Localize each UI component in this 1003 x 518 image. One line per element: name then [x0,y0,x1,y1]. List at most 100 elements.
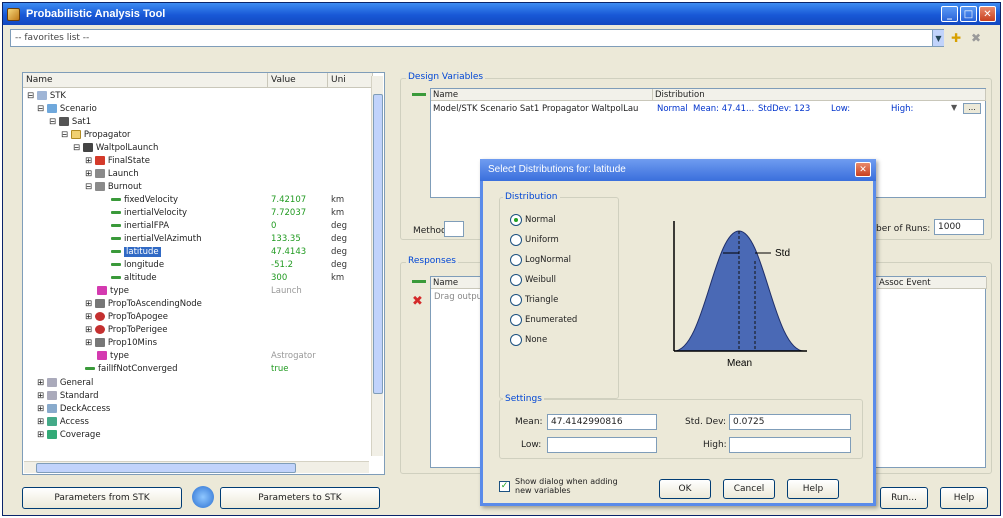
tree-node-proptoapogee[interactable]: ⊞ PropToApogee [85,311,168,323]
tree-leaf-longitude[interactable]: longitude [111,259,164,271]
window-title: Probabilistic Analysis Tool [26,8,166,20]
segment-icon [94,338,105,347]
response-icon [412,280,426,283]
radio-triangle[interactable]: Triangle [510,293,558,307]
tree-value: 47.4143 [271,247,307,257]
tree-node-burnout[interactable]: ⊟ Burnout [85,181,142,193]
dv-column-name[interactable]: Name [431,89,653,101]
tree-node-coverage[interactable]: ⊞ Coverage [37,429,101,441]
segment-icon [94,299,105,308]
app-icon [7,7,20,21]
dv-row-mean: Mean: 47.41... [693,104,755,114]
tree-leaf-inertialvelocity[interactable]: inertialVelocity [111,207,187,219]
tree-value: Astrogator [271,351,316,361]
tree-value: true [271,364,289,374]
tree-unit: deg [331,234,348,244]
tree-leaf-altitude[interactable]: altitude [111,272,157,284]
help-button[interactable]: Help [940,487,988,509]
tree-leaf-inertialfpa[interactable]: inertialFPA [111,220,169,232]
dv-column-distribution[interactable]: Distribution [653,89,986,101]
parameters-from-stk-button[interactable]: Parameters from STK [22,487,182,509]
runs-label: ber of Runs: [876,224,931,234]
run-button[interactable]: Run... [880,487,928,509]
pin-icon[interactable]: ✖ [968,30,984,46]
tree-vertical-scrollbar[interactable] [371,76,383,456]
parameter-tree[interactable]: Name Value Uni ⊟ STK ⊟ Scenario ⊟ Sat1 ⊟… [22,72,385,475]
tree-node-waltpollaunch[interactable]: ⊟ WaltpolLaunch [73,142,158,154]
dialog-close-button[interactable]: ✕ [855,162,871,177]
show-dialog-checkbox[interactable]: ✓ [499,481,510,492]
radio-normal[interactable]: Normal [510,213,556,227]
tree-node-stk[interactable]: ⊟ STK [27,90,66,102]
dv-row-name[interactable]: Model/STK Scenario Sat1 Propagator Waltp… [433,103,651,115]
tree-column-unit[interactable]: Uni [328,73,373,88]
tree-leaf-failifnotconverged[interactable]: failIfNotConverged [85,363,177,375]
tree-value: Launch [271,286,302,296]
dialog-help-button[interactable]: Help [787,479,839,499]
tree-leaf-inertialvelazimuth[interactable]: inertialVelAzimuth [111,233,202,245]
parameter-icon [111,224,121,227]
tree-value: 300 [271,273,288,283]
stddev-input[interactable]: 0.0725 [729,414,851,430]
responses-column-assoc[interactable]: Assoc Event [877,277,987,289]
segment-icon [94,312,105,321]
dv-row-high: High: [891,104,914,114]
dialog-cancel-button[interactable]: Cancel [723,479,775,499]
runs-input[interactable]: 1000 [934,219,984,235]
radio-weibull[interactable]: Weibull [510,273,556,287]
radio-icon [510,274,522,286]
segment-icon [94,169,105,178]
tree-horizontal-scrollbar[interactable] [24,461,369,473]
dv-row-distribution[interactable]: Normal [657,103,688,115]
tree-node-general[interactable]: ⊞ General [37,377,93,389]
minimize-button[interactable]: _ [941,6,958,22]
tree-node-standard[interactable]: ⊞ Standard [37,390,99,402]
radio-enumerated[interactable]: Enumerated [510,313,577,327]
tree-node-access[interactable]: ⊞ Access [37,416,89,428]
tree-node-deckaccess[interactable]: ⊞ DeckAccess [37,403,110,415]
dialog-ok-button[interactable]: OK [659,479,711,499]
remove-icon[interactable]: ✖ [412,294,423,309]
parameters-to-stk-button[interactable]: Parameters to STK [220,487,380,509]
radio-lognormal[interactable]: LogNormal [510,253,571,267]
tree-leaf-type-2[interactable]: type [97,350,129,362]
dv-row-stddev: StdDev: 123 [758,104,811,114]
tree-node-scenario[interactable]: ⊟ Scenario [37,103,97,115]
low-input[interactable] [547,437,657,453]
tree-leaf-fixedvelocity[interactable]: fixedVelocity [111,194,178,206]
tree-leaf-type[interactable]: type [97,285,129,297]
low-field-label: Low: [521,440,542,450]
tree-column-name[interactable]: Name [23,73,268,88]
tree-column-value[interactable]: Value [268,73,328,88]
scroll-thumb[interactable] [373,94,383,394]
segment-icon [94,156,105,165]
favorites-dropdown[interactable]: -- favorites list -- [10,29,944,47]
chevron-down-icon[interactable]: ▼ [951,102,957,114]
tree-node-sat1[interactable]: ⊟ Sat1 [49,116,91,128]
tree-node-launch[interactable]: ⊞ Launch [85,168,139,180]
maximize-button[interactable]: □ [960,6,977,22]
parameter-icon [111,211,121,214]
radio-uniform[interactable]: Uniform [510,233,559,247]
responses-column-name[interactable]: Name [431,277,481,289]
tree-node-propagator[interactable]: ⊟ Propagator [61,129,131,141]
mean-input[interactable]: 47.4142990816 [547,414,657,430]
scroll-thumb[interactable] [36,463,296,473]
tree-node-prop10mins[interactable]: ⊞ Prop10Mins [85,337,157,349]
chevron-down-icon[interactable]: ▼ [932,30,944,46]
tree-node-proptoperigee[interactable]: ⊞ PropToPerigee [85,324,167,336]
radio-none[interactable]: None [510,333,547,347]
tree-node-proptoascendingnode[interactable]: ⊞ PropToAscendingNode [85,298,202,310]
show-dialog-label: Show dialog when adding new variables [515,477,618,495]
tree-leaf-latitude[interactable]: latitude [111,246,161,258]
tree-node-finalstate[interactable]: ⊞ FinalState [85,155,150,167]
high-input[interactable] [729,437,851,453]
ellipsis-button[interactable]: ... [963,103,981,114]
mean-label: Mean [727,358,752,369]
method-dropdown[interactable] [444,221,464,237]
category-icon [46,391,57,400]
close-button[interactable]: ✕ [979,6,996,22]
stk-icon [36,91,47,100]
sync-icon[interactable] [192,486,214,508]
add-favorite-icon[interactable]: ✚ [948,30,964,46]
